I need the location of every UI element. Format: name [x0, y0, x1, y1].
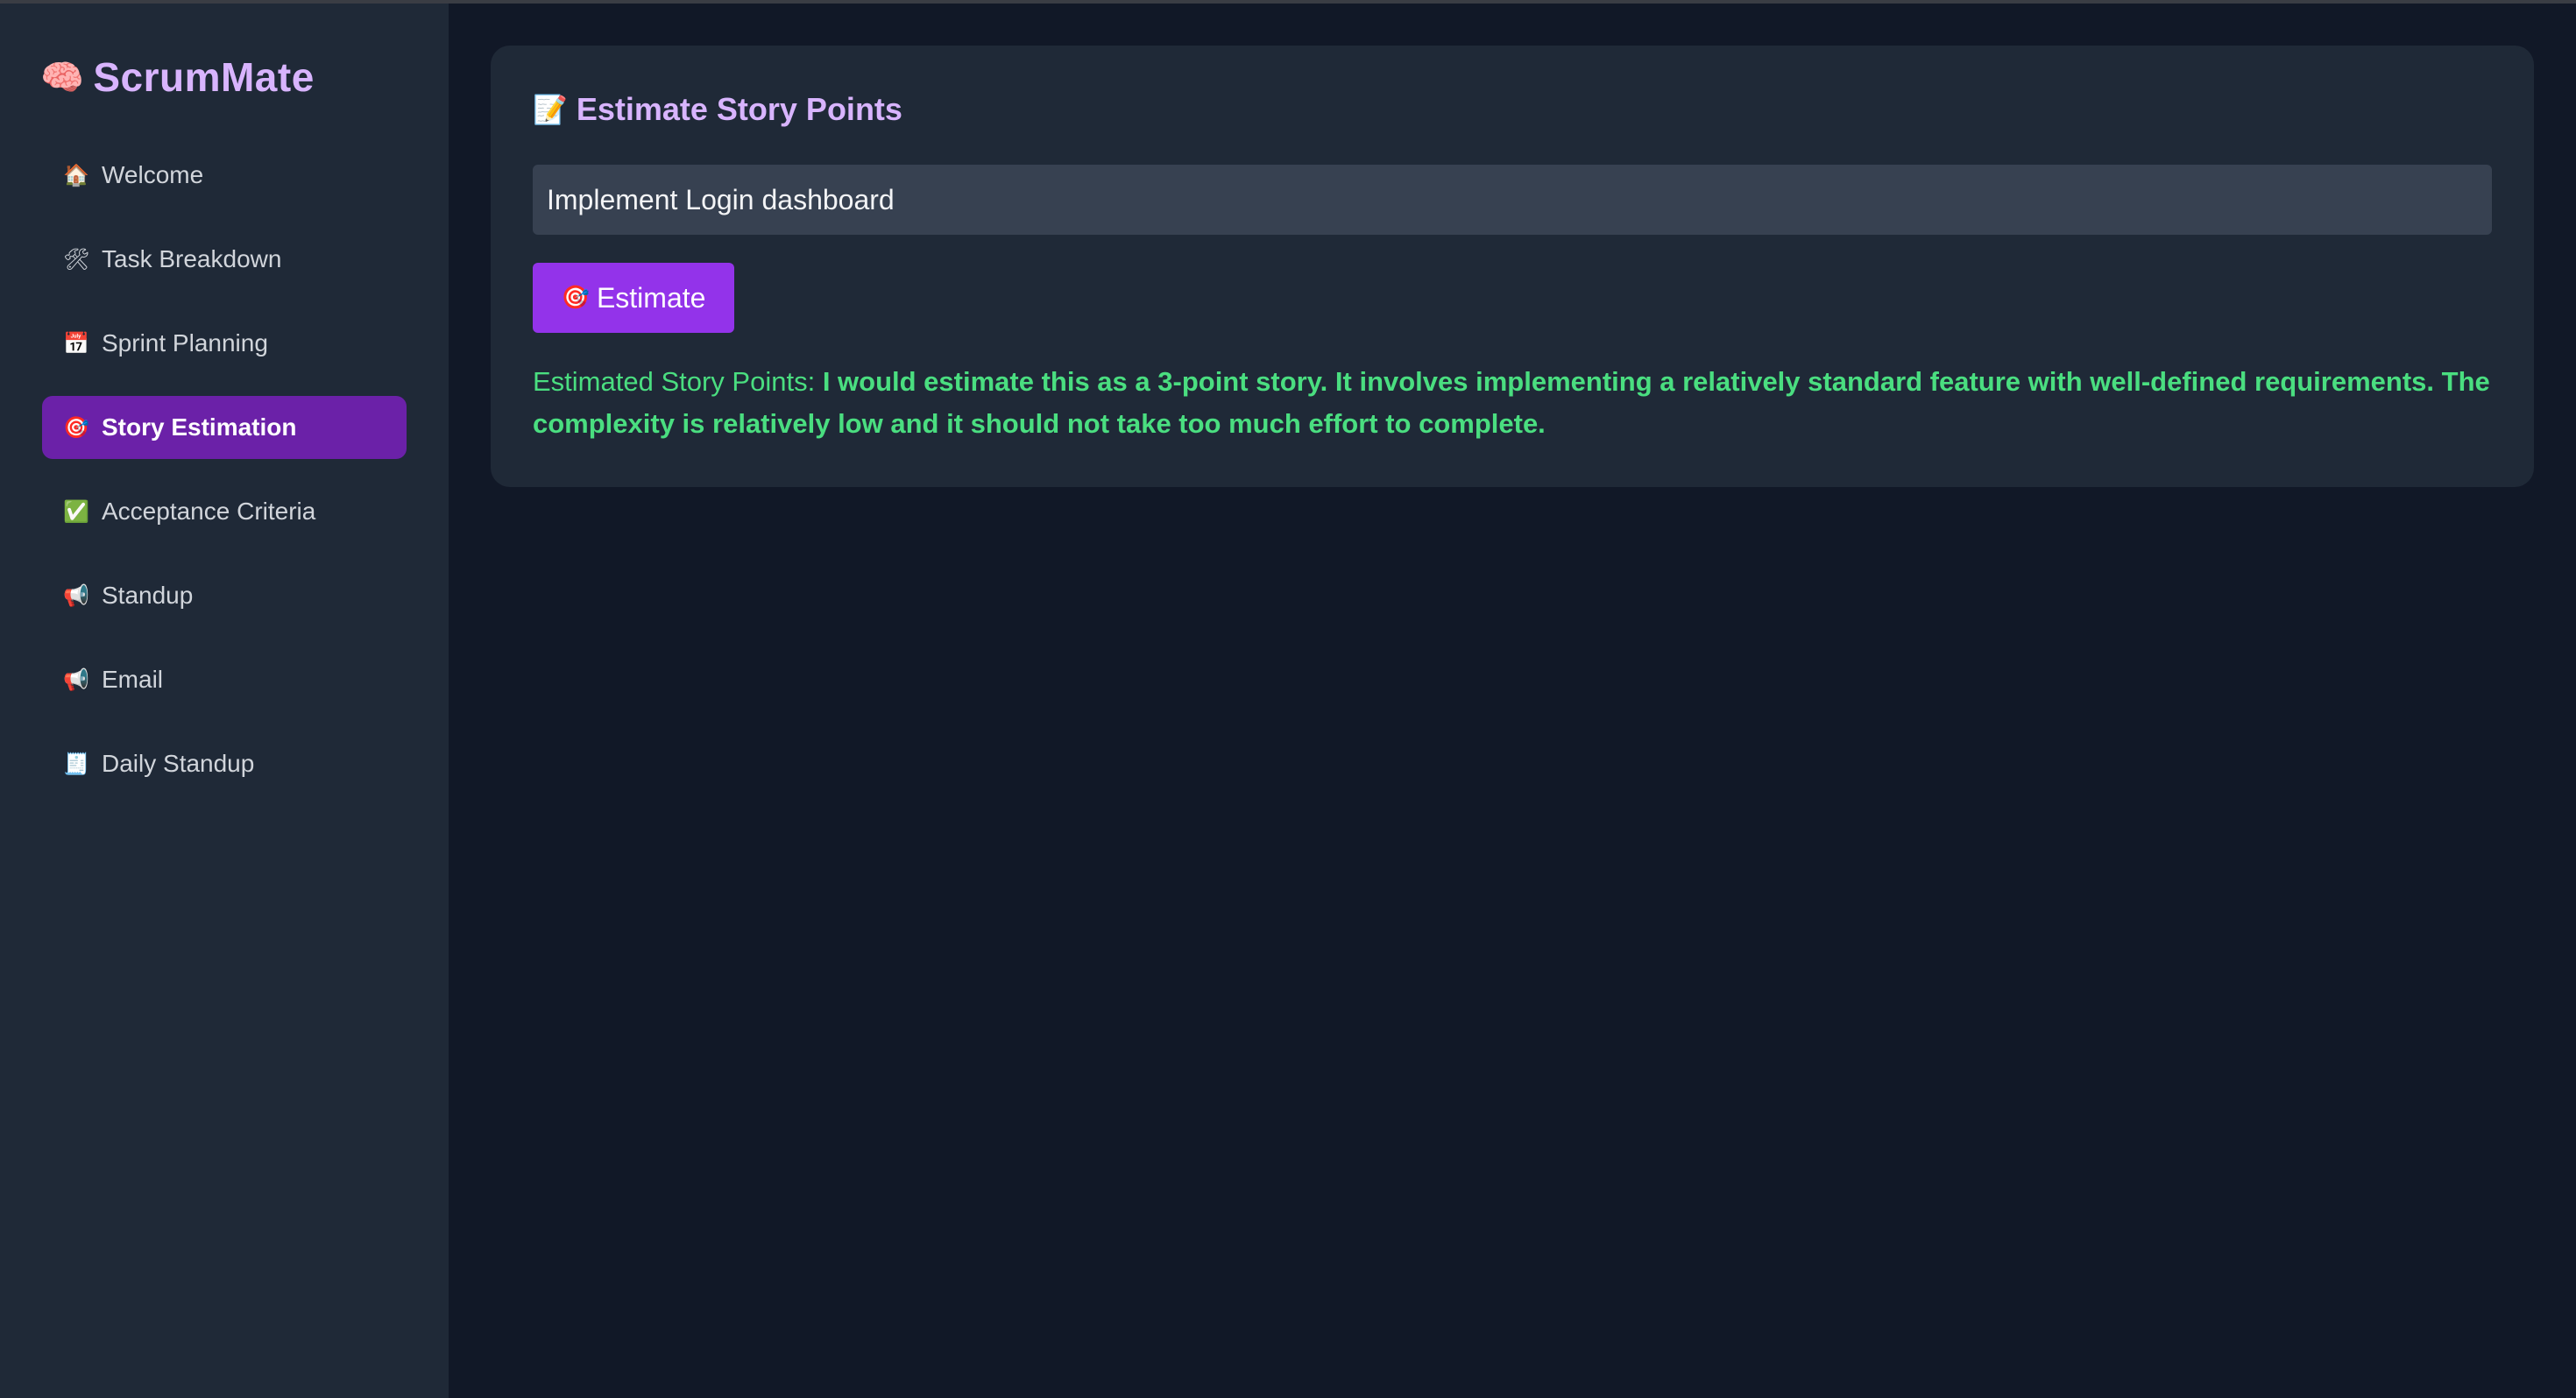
brand-name: ScrumMate — [93, 54, 315, 100]
sidebar-item-standup[interactable]: 📢 Standup — [42, 564, 407, 627]
target-icon: 🎯 — [561, 285, 590, 311]
sidebar-item-label: Daily Standup — [102, 750, 255, 777]
sidebar-nav: 🏠 Welcome 🛠 Task Breakdown 📅 Sprint Plan… — [42, 144, 407, 816]
sidebar-item-label: Email — [102, 666, 164, 693]
sidebar: 🧠 ScrumMate 🏠 Welcome 🛠 Task Breakdown 📅… — [0, 4, 449, 1398]
result-text: I would estimate this as a 3-point story… — [533, 366, 2490, 439]
calendar-icon: 📅 — [63, 331, 89, 356]
main-content: 📝 Estimate Story Points 🎯 Estimate Estim… — [449, 4, 2576, 1398]
receipt-icon: 🧾 — [63, 752, 89, 776]
story-input[interactable] — [533, 165, 2492, 235]
megaphone-icon: 📢 — [63, 583, 89, 608]
page-title: 📝 Estimate Story Points — [533, 91, 902, 128]
check-icon: ✅ — [63, 499, 89, 524]
sidebar-item-welcome[interactable]: 🏠 Welcome — [42, 144, 407, 207]
sidebar-item-label: Task Breakdown — [102, 245, 282, 272]
brain-icon: 🧠 — [40, 57, 85, 98]
home-icon: 🏠 — [63, 163, 89, 187]
sidebar-item-story-estimation[interactable]: 🎯 Story Estimation — [42, 396, 407, 459]
sidebar-item-email[interactable]: 📢 Email — [42, 648, 407, 711]
estimation-result: Estimated Story Points: I would estimate… — [533, 361, 2492, 445]
sidebar-item-daily-standup[interactable]: 🧾 Daily Standup — [42, 732, 407, 795]
sidebar-item-sprint-planning[interactable]: 📅 Sprint Planning — [42, 312, 407, 375]
tools-icon: 🛠 — [63, 247, 90, 272]
page-title-text: Estimate Story Points — [576, 91, 902, 127]
estimate-button-label: Estimate — [596, 281, 706, 314]
sidebar-item-label: Sprint Planning — [102, 329, 268, 357]
sidebar-item-acceptance-criteria[interactable]: ✅ Acceptance Criteria — [42, 480, 407, 543]
estimate-card: 📝 Estimate Story Points 🎯 Estimate Estim… — [491, 46, 2534, 487]
sidebar-item-label: Acceptance Criteria — [102, 498, 316, 525]
brand: 🧠 ScrumMate — [40, 51, 315, 103]
result-label: Estimated Story Points: — [533, 366, 823, 397]
memo-icon: 📝 — [533, 93, 568, 126]
target-icon: 🎯 — [63, 415, 89, 440]
sidebar-item-label: Standup — [102, 582, 194, 609]
megaphone-icon: 📢 — [63, 667, 89, 692]
estimate-button[interactable]: 🎯 Estimate — [533, 263, 734, 333]
sidebar-item-label: Story Estimation — [102, 413, 297, 441]
sidebar-item-task-breakdown[interactable]: 🛠 Task Breakdown — [42, 228, 407, 291]
sidebar-item-label: Welcome — [102, 161, 204, 188]
